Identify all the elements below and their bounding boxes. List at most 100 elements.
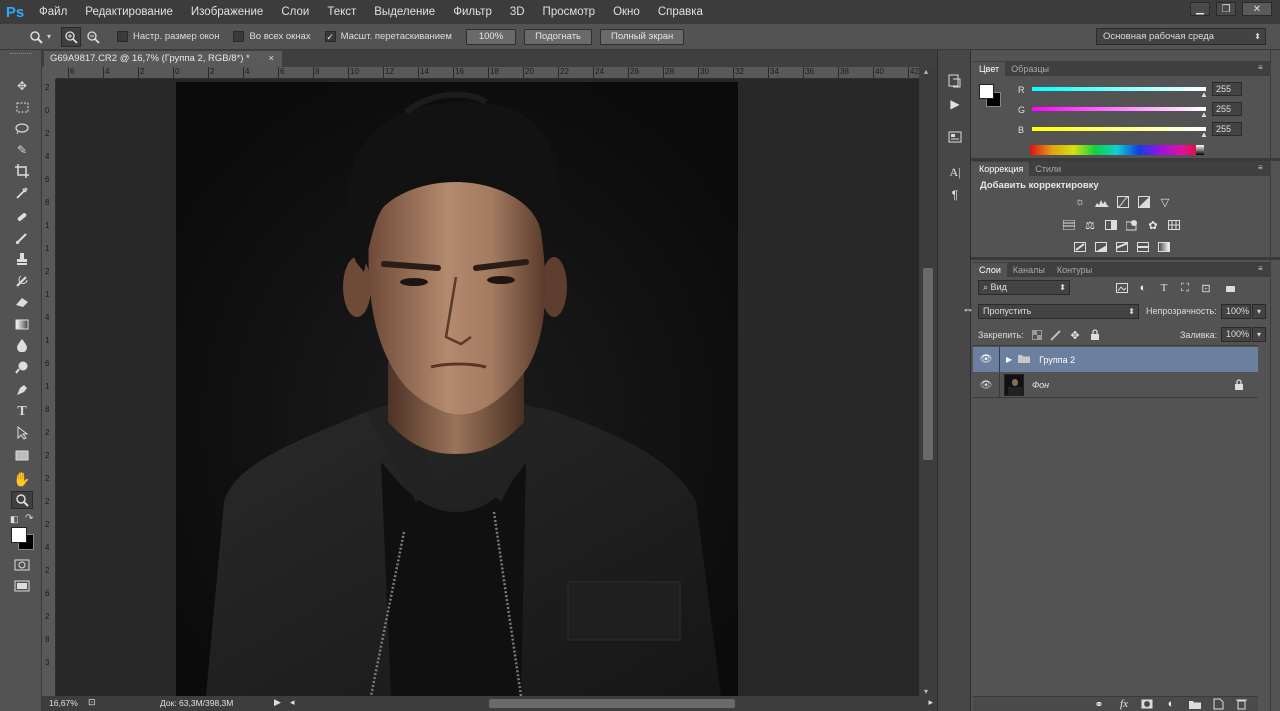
new-adjustment-icon[interactable]: ◐ xyxy=(1164,698,1178,710)
threshold-icon[interactable] xyxy=(1115,241,1129,253)
hue-saturation-icon[interactable] xyxy=(1062,219,1076,231)
fit-screen-button[interactable]: Подогнать xyxy=(524,28,592,45)
canvas-area[interactable] xyxy=(56,79,919,696)
horizontal-ruler[interactable]: 6 4 2 0 2 4 6 8 10 12 14 16 18 20 22 24 26 28 30 32 34 36 38 40… xyxy=(56,67,919,79)
vibrance-icon[interactable]: ▽ xyxy=(1158,196,1172,209)
menu-type[interactable]: Текст xyxy=(318,0,365,24)
channel-slider-g[interactable] xyxy=(1032,107,1206,111)
curves-icon[interactable] xyxy=(1116,196,1130,208)
menu-file[interactable]: Файл xyxy=(30,0,76,24)
marquee-tool-icon[interactable] xyxy=(11,98,33,116)
foreground-color-swatch[interactable] xyxy=(11,527,27,543)
link-layers-icon[interactable]: ⚭ xyxy=(1092,698,1106,711)
restore-button[interactable]: ❐ xyxy=(1216,2,1236,16)
screen-mode-icon[interactable] xyxy=(11,577,33,595)
channel-value-r[interactable]: 255 xyxy=(1212,82,1242,96)
menu-window[interactable]: Окно xyxy=(604,0,649,24)
scroll-left-icon[interactable]: ◂ xyxy=(290,697,295,708)
filter-adjustment-icon[interactable]: ◐ xyxy=(1136,282,1150,294)
tool-preset-dropdown-icon[interactable]: ▾ xyxy=(47,32,51,41)
layer-name[interactable]: Группа 2 xyxy=(1039,355,1075,365)
zoom-100-button[interactable]: 100% xyxy=(465,28,517,45)
selective-color-icon[interactable] xyxy=(1136,241,1150,253)
posterize-icon[interactable] xyxy=(1094,241,1108,253)
exposure-icon[interactable] xyxy=(1137,196,1151,208)
new-group-icon[interactable] xyxy=(1188,698,1202,710)
opacity-field[interactable]: 100% xyxy=(1221,304,1251,319)
add-mask-icon[interactable] xyxy=(1140,698,1154,710)
fx-icon[interactable]: fx xyxy=(1117,698,1131,710)
filter-shape-icon[interactable]: ⛶ xyxy=(1178,282,1192,294)
zoom-tool-icon[interactable] xyxy=(26,27,46,47)
history-icon[interactable] xyxy=(946,72,964,90)
channel-value-g[interactable]: 255 xyxy=(1212,102,1242,116)
properties-icon[interactable] xyxy=(946,128,964,146)
opacity-dropdown-icon[interactable]: ▾ xyxy=(1252,304,1266,319)
layer-row-background[interactable]: 👁 Фон xyxy=(973,372,1258,398)
menu-3d[interactable]: 3D xyxy=(501,0,534,24)
eraser-tool-icon[interactable] xyxy=(11,293,33,311)
fill-field[interactable]: 100% xyxy=(1221,327,1251,342)
slider-thumb-icon[interactable]: ▲ xyxy=(1200,90,1208,99)
vertical-ruler[interactable]: 2 0 2 4 6 8 1 1 2 1 4 1 6 1 8 2 2 2 2 2 4 2 6 2 8 3 xyxy=(42,79,56,696)
panel-menu-icon[interactable]: ≡ xyxy=(1258,163,1263,172)
lock-pixels-icon[interactable] xyxy=(1049,329,1063,341)
tab-swatches[interactable]: Образцы xyxy=(1005,62,1055,76)
character-icon[interactable]: A| xyxy=(946,163,964,181)
status-menu-arrow-icon[interactable]: ▶ xyxy=(274,697,281,708)
hand-tool-icon[interactable]: ✋ xyxy=(11,470,33,488)
channel-slider-b[interactable] xyxy=(1032,127,1206,131)
menu-edit[interactable]: Редактирование xyxy=(76,0,182,24)
menu-layer[interactable]: Слои xyxy=(272,0,318,24)
new-layer-icon[interactable] xyxy=(1211,698,1225,710)
filter-type-icon[interactable]: T xyxy=(1157,282,1171,294)
fill-dropdown-icon[interactable]: ▾ xyxy=(1252,327,1266,342)
swap-colors-icon[interactable]: ↷ xyxy=(25,513,33,524)
document-tab[interactable]: G69A9817.CR2 @ 16,7% (Группа 2, RGB/8*) … xyxy=(44,51,282,67)
lock-position-icon[interactable]: ✥ xyxy=(1068,329,1082,342)
layer-name[interactable]: Фон xyxy=(1032,380,1049,390)
gradient-map-icon[interactable] xyxy=(1157,241,1171,253)
vertical-scroll-thumb[interactable] xyxy=(923,268,933,460)
filter-pixel-icon[interactable] xyxy=(1115,282,1129,294)
path-selection-tool-icon[interactable] xyxy=(11,424,33,442)
zoom-out-icon[interactable] xyxy=(83,27,103,47)
brush-tool-icon[interactable] xyxy=(11,229,33,247)
channel-mixer-icon[interactable]: ✿ xyxy=(1146,219,1160,232)
zoom-level[interactable]: 16,67% xyxy=(49,698,78,708)
photo-filter-icon[interactable] xyxy=(1125,219,1139,231)
type-tool-icon[interactable]: T xyxy=(11,403,33,421)
menu-select[interactable]: Выделение xyxy=(365,0,444,24)
levels-icon[interactable] xyxy=(1095,196,1109,208)
color-ramp[interactable] xyxy=(1030,145,1204,155)
channel-value-b[interactable]: 255 xyxy=(1212,122,1242,136)
rectangle-tool-icon[interactable] xyxy=(11,446,33,464)
menu-view[interactable]: Просмотр xyxy=(534,0,605,24)
color-lookup-icon[interactable] xyxy=(1167,219,1181,231)
dodge-tool-icon[interactable] xyxy=(11,358,33,376)
scroll-down-icon[interactable]: ▾ xyxy=(924,687,928,696)
visibility-eye-icon[interactable]: 👁 xyxy=(973,354,999,365)
filter-toggle-icon[interactable] xyxy=(1226,286,1235,292)
panel-menu-icon[interactable]: ≡ xyxy=(1258,264,1263,273)
zoom-in-icon[interactable] xyxy=(61,26,82,47)
workspace-select[interactable]: Основная рабочая среда ⬍ xyxy=(1096,28,1266,45)
tab-layers[interactable]: Слои xyxy=(973,263,1007,277)
paragraph-icon[interactable]: ¶ xyxy=(946,186,964,204)
all-windows-checkbox[interactable]: Во всех окнах xyxy=(233,31,311,42)
slider-thumb-icon[interactable]: ▲ xyxy=(1200,130,1208,139)
brightness-contrast-icon[interactable]: ☼ xyxy=(1073,196,1087,208)
quick-mask-icon[interactable] xyxy=(11,556,33,574)
layer-filter-select[interactable]: ⌕ Вид ⬍ xyxy=(978,280,1070,295)
black-white-icon[interactable] xyxy=(1104,219,1118,231)
scroll-up-icon[interactable]: ▴ xyxy=(924,67,928,76)
history-brush-tool-icon[interactable] xyxy=(11,272,33,290)
channel-slider-r[interactable] xyxy=(1032,87,1206,91)
trash-icon[interactable] xyxy=(1234,698,1248,710)
panel-grip[interactable] xyxy=(10,53,32,57)
close-tab-icon[interactable]: × xyxy=(268,51,274,67)
zoom-tool-icon[interactable] xyxy=(11,491,33,509)
horizontal-scroll-thumb[interactable] xyxy=(489,699,735,708)
tab-color[interactable]: Цвет xyxy=(973,62,1006,76)
menu-filter[interactable]: Фильтр xyxy=(444,0,501,24)
